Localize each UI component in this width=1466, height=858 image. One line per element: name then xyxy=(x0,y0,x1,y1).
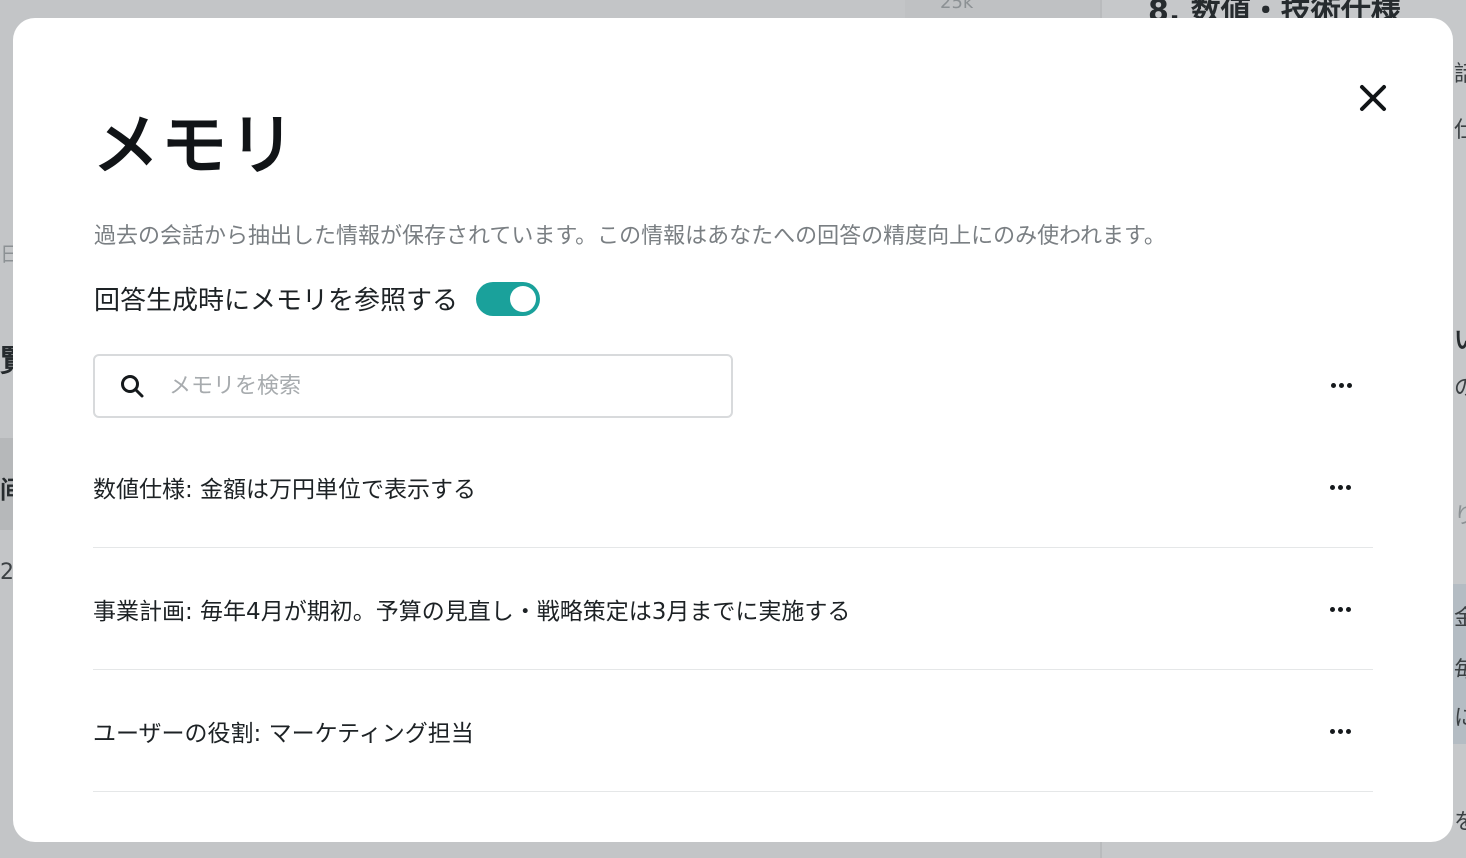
toggle-knob xyxy=(510,285,537,312)
memory-list: 数値仕様: 金額は万円単位で表示する 事業計画: 毎年4月が期初。予算の見直し・… xyxy=(93,426,1373,792)
memory-search-input[interactable] xyxy=(167,372,691,400)
memory-item: 事業計画: 毎年4月が期初。予算の見直し・戦略策定は3月までに実施する xyxy=(93,548,1373,670)
background-panel xyxy=(905,0,1100,20)
memory-options-button[interactable] xyxy=(1320,594,1360,624)
more-horizontal-icon xyxy=(1329,728,1351,734)
search-icon xyxy=(117,371,147,401)
memory-text: ユーザーの役割: マーケティング担当 xyxy=(93,720,474,747)
memory-options-button[interactable] xyxy=(1320,716,1360,746)
background-text: の xyxy=(1454,376,1466,401)
background-text: り xyxy=(1454,504,1466,529)
background-text: 金 xyxy=(1454,606,1466,631)
memory-text: 事業計画: 毎年4月が期初。予算の見直し・戦略策定は3月までに実施する xyxy=(93,598,851,625)
memory-text: 数値仕様: 金額は万円単位で表示する xyxy=(93,476,477,503)
memory-modal: メモリ 過去の会話から抽出した情報が保存されています。この情報はあなたへの回答の… xyxy=(13,18,1453,842)
background-text: 25k xyxy=(940,0,974,13)
memory-reference-setting: 回答生成時にメモリを参照する xyxy=(94,280,541,317)
memory-item: ユーザーの役割: マーケティング担当 xyxy=(93,670,1373,792)
background-text: 毎 xyxy=(1454,658,1466,683)
close-icon xyxy=(1360,85,1386,111)
background-text: い xyxy=(1454,320,1466,355)
background-text: に xyxy=(1454,706,1466,731)
close-button[interactable] xyxy=(1353,78,1393,118)
more-horizontal-icon xyxy=(1330,382,1352,388)
list-options-button[interactable] xyxy=(1321,370,1361,400)
toggle-label: 回答生成時にメモリを参照する xyxy=(94,286,459,316)
memory-reference-toggle[interactable] xyxy=(476,281,541,316)
modal-title: メモリ xyxy=(93,107,297,184)
memory-search-box[interactable] xyxy=(93,354,733,418)
more-horizontal-icon xyxy=(1329,606,1351,612)
background-text: を xyxy=(1454,810,1466,835)
more-horizontal-icon xyxy=(1329,484,1351,490)
background-text: 話 xyxy=(1454,62,1466,87)
memory-item: 数値仕様: 金額は万円単位で表示する xyxy=(93,426,1373,548)
memory-options-button[interactable] xyxy=(1320,472,1360,502)
background-text: 仕 xyxy=(1454,118,1466,143)
modal-description: 過去の会話から抽出した情報が保存されています。この情報はあなたへの回答の精度向上… xyxy=(94,224,1166,249)
